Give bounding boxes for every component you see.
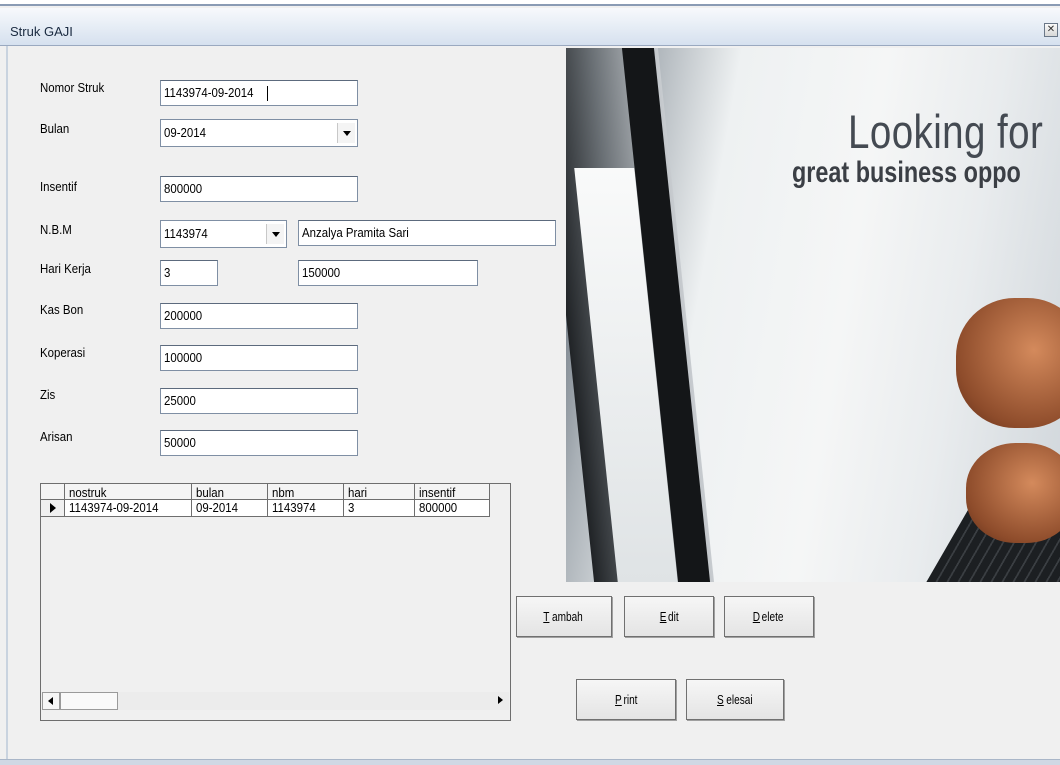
- nomor-struk-value: 1143974-09-2014: [164, 85, 254, 100]
- button-label: elesai: [725, 692, 752, 707]
- insentif-value: 800000: [164, 181, 203, 196]
- button-label: dit: [667, 609, 679, 624]
- hotkey-letter: S: [716, 692, 724, 707]
- cell-text: 1143974-09-2014: [69, 500, 159, 515]
- scroll-left-icon[interactable]: [42, 692, 60, 710]
- button-label: rint: [622, 692, 637, 707]
- struk-data-grid[interactable]: nostruk bulan nbm hari insentif 1143974-…: [40, 483, 511, 721]
- table-cell[interactable]: 1143974-09-2014: [65, 500, 192, 517]
- window-title: Struk GAJI: [10, 24, 73, 39]
- tambah-button[interactable]: Tambah: [516, 596, 612, 637]
- column-header-insentif[interactable]: insentif: [415, 484, 490, 500]
- koperasi-input[interactable]: 100000: [160, 345, 358, 371]
- column-header-label: insentif: [419, 485, 456, 500]
- hari-kerja-total-value: 150000: [302, 265, 341, 280]
- window-bottom-edge: [0, 759, 1060, 765]
- cell-text: 3: [348, 500, 355, 515]
- hotkey-letter: D: [752, 609, 761, 624]
- hotkey-letter: T: [543, 609, 550, 624]
- table-cell[interactable]: 09-2014: [192, 500, 268, 517]
- cell-text: 1143974: [272, 500, 316, 515]
- hotkey-letter: E: [659, 609, 667, 624]
- label-bulan: Bulan: [40, 121, 70, 136]
- nama-karyawan-input[interactable]: Anzalya Pramita Sari: [298, 220, 556, 246]
- button-label: ambah: [552, 609, 583, 624]
- cell-text: 800000: [419, 500, 458, 515]
- zis-value: 25000: [164, 393, 196, 408]
- koperasi-value: 100000: [164, 350, 203, 365]
- nbm-select[interactable]: 1143974: [160, 220, 287, 248]
- struk-gaji-window: Struk GAJI ✕ Nomor Struk Bulan Insentif …: [0, 0, 1060, 765]
- banner-subheadline: great business oppo: [792, 156, 1021, 189]
- text-caret: [266, 86, 268, 102]
- close-icon[interactable]: ✕: [1044, 23, 1058, 37]
- grid-corner: [41, 484, 65, 500]
- column-header-label: nostruk: [69, 485, 107, 500]
- label-hari-kerja: Hari Kerja: [40, 261, 91, 276]
- column-header-nostruk[interactable]: nostruk: [65, 484, 192, 500]
- cell-text: 09-2014: [196, 500, 238, 515]
- hotkey-letter: P: [614, 692, 622, 707]
- banner-headline: Looking for: [848, 105, 1044, 158]
- scroll-right-icon[interactable]: [491, 692, 509, 710]
- label-kas-bon: Kas Bon: [40, 302, 84, 317]
- edit-button[interactable]: Edit: [624, 596, 714, 637]
- label-nbm: N.B.M: [40, 222, 72, 237]
- label-zis: Zis: [40, 387, 56, 402]
- table-cell[interactable]: 1143974: [268, 500, 344, 517]
- banner-image: Looking for great business oppo: [566, 48, 1060, 582]
- window-top-edge: [0, 0, 1060, 6]
- label-arisan: Arisan: [40, 429, 73, 444]
- column-header-label: bulan: [196, 485, 224, 500]
- hand-lower-shape: [966, 443, 1060, 543]
- kas-bon-value: 200000: [164, 308, 203, 323]
- kas-bon-input[interactable]: 200000: [160, 303, 358, 329]
- zis-input[interactable]: 25000: [160, 388, 358, 414]
- selesai-button[interactable]: Selesai: [686, 679, 784, 720]
- nbm-value: 1143974: [164, 226, 208, 241]
- title-bar[interactable]: Struk GAJI ✕: [0, 8, 1060, 46]
- bulan-select[interactable]: 09-2014: [160, 119, 358, 147]
- column-header-bulan[interactable]: bulan: [192, 484, 268, 500]
- chevron-down-icon[interactable]: [266, 224, 284, 244]
- hand-upper-shape: [956, 298, 1060, 428]
- bulan-value: 09-2014: [164, 125, 206, 140]
- label-nomor-struk: Nomor Struk: [40, 80, 105, 95]
- label-koperasi: Koperasi: [40, 345, 86, 360]
- hari-kerja-total-input[interactable]: 150000: [298, 260, 478, 286]
- arisan-input[interactable]: 50000: [160, 430, 358, 456]
- label-insentif: Insentif: [40, 179, 77, 194]
- chevron-down-icon[interactable]: [337, 123, 355, 143]
- table-cell[interactable]: 3: [344, 500, 415, 517]
- delete-button[interactable]: Delete: [724, 596, 814, 637]
- horizontal-scrollbar[interactable]: [42, 692, 509, 710]
- column-header-label: nbm: [272, 485, 295, 500]
- column-header-label: hari: [348, 485, 368, 500]
- print-button[interactable]: Print: [576, 679, 676, 720]
- nomor-struk-input[interactable]: 1143974-09-2014: [160, 80, 358, 106]
- insentif-input[interactable]: 800000: [160, 176, 358, 202]
- current-row-indicator-icon[interactable]: [41, 500, 65, 517]
- nama-karyawan-value: Anzalya Pramita Sari: [302, 225, 409, 240]
- hari-kerja-value: 3: [164, 265, 171, 280]
- table-cell[interactable]: 800000: [415, 500, 490, 517]
- scrollbar-thumb[interactable]: [60, 692, 118, 710]
- button-label: elete: [762, 609, 785, 624]
- arisan-value: 50000: [164, 435, 196, 450]
- column-header-hari[interactable]: hari: [344, 484, 415, 500]
- column-header-nbm[interactable]: nbm: [268, 484, 344, 500]
- hari-kerja-input[interactable]: 3: [160, 260, 218, 286]
